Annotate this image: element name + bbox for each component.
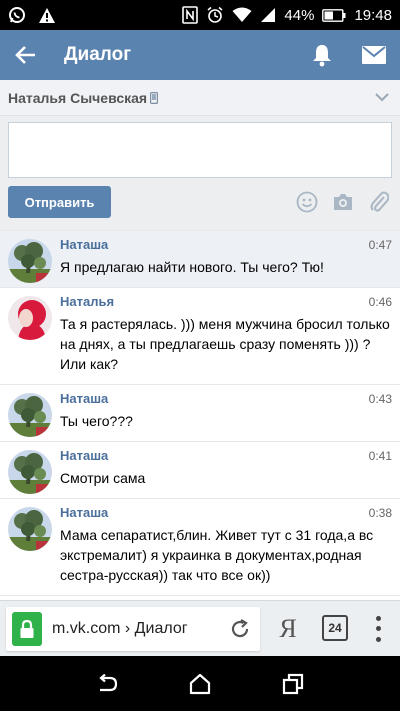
message-text: Мама сепаратист,блин. Живет тут с 31 год… bbox=[60, 527, 374, 583]
avatar[interactable] bbox=[8, 393, 52, 437]
message-author[interactable]: Наташа bbox=[60, 391, 108, 406]
message-text: Та я растерялась. ))) меня мужчина броси… bbox=[60, 316, 390, 372]
message-author[interactable]: Наталья bbox=[60, 294, 114, 309]
mobile-phone-icon bbox=[150, 91, 159, 104]
message-time: 0:38 bbox=[368, 506, 392, 520]
clock: 19:48 bbox=[354, 6, 392, 24]
avatar[interactable] bbox=[8, 296, 52, 340]
message-time: 0:47 bbox=[368, 238, 392, 252]
message-item[interactable]: Наталья 0:46 Та я растерялась. ))) меня му… bbox=[0, 287, 400, 384]
recipient-name[interactable]: Наталья Сычевская bbox=[8, 90, 147, 106]
browser-toolbar: m.vk.com › Диалог Я 24 bbox=[0, 600, 400, 656]
nfc-icon bbox=[182, 6, 199, 24]
alarm-icon bbox=[206, 6, 224, 24]
yandex-button[interactable]: Я bbox=[276, 611, 300, 647]
menu-dots-icon[interactable] bbox=[368, 613, 388, 645]
message-text: Ты чего??? bbox=[60, 413, 133, 429]
tabs-icon[interactable]: 24 bbox=[322, 615, 348, 641]
smiley-icon[interactable] bbox=[296, 190, 318, 214]
message-item[interactable]: Наташа 0:47 Я предлагаю найти нового. Ты ч… bbox=[0, 230, 400, 287]
messages-button[interactable] bbox=[348, 30, 400, 80]
message-time: 0:41 bbox=[368, 449, 392, 463]
warning-icon bbox=[38, 7, 56, 24]
url-text[interactable]: m.vk.com › Диалог bbox=[52, 620, 202, 638]
message-author[interactable]: Наташа bbox=[60, 237, 108, 252]
paperclip-icon[interactable] bbox=[368, 190, 390, 214]
notifications-button[interactable] bbox=[296, 30, 348, 80]
message-text: Я предлагаю найти нового. Ты чего? Тю! bbox=[60, 259, 324, 275]
home-icon[interactable] bbox=[180, 664, 220, 704]
navigation-bar bbox=[0, 656, 400, 711]
battery-percent: 44% bbox=[284, 6, 315, 24]
camera-icon[interactable] bbox=[332, 190, 354, 214]
bell-icon bbox=[313, 45, 331, 67]
back-button[interactable] bbox=[0, 30, 52, 80]
message-time: 0:43 bbox=[368, 392, 392, 406]
avatar[interactable] bbox=[8, 450, 52, 494]
mail-icon bbox=[362, 46, 386, 64]
message-input[interactable] bbox=[8, 122, 392, 178]
recents-icon[interactable] bbox=[273, 664, 313, 704]
message-item[interactable]: Наташа 0:38 Мама сепаратист,блин. Живет ту… bbox=[0, 498, 400, 595]
page-title: Диалог bbox=[64, 44, 132, 65]
status-bar: 44% 19:48 bbox=[0, 0, 400, 30]
message-item[interactable]: Наташа 0:41 Смотри сама bbox=[0, 441, 400, 498]
send-button[interactable]: Отправить bbox=[8, 186, 111, 218]
app-bar: Диалог bbox=[0, 30, 400, 80]
address-bar[interactable]: m.vk.com › Диалог bbox=[6, 607, 260, 651]
reload-icon[interactable] bbox=[226, 615, 254, 643]
whatsapp-icon bbox=[8, 6, 26, 24]
lock-icon bbox=[12, 612, 42, 646]
chevron-down-icon[interactable] bbox=[372, 88, 392, 108]
message-item[interactable]: Наташа 0:43 Ты чего??? bbox=[0, 384, 400, 441]
message-time: 0:46 bbox=[368, 295, 392, 309]
back-nav-icon[interactable] bbox=[87, 664, 127, 704]
message-author[interactable]: Наташа bbox=[60, 505, 108, 520]
back-arrow-icon bbox=[15, 46, 35, 64]
message-author[interactable]: Наташа bbox=[60, 448, 108, 463]
avatar[interactable] bbox=[8, 239, 52, 283]
message-list: Наташа 0:47 Я предлагаю найти нового. Ты ч… bbox=[0, 230, 400, 600]
recipient-bar[interactable]: Наталья Сычевская bbox=[0, 80, 400, 116]
screen: 44% 19:48 Диалог Наталья Сычевская Отпра… bbox=[0, 0, 400, 711]
compose-area: Отправить bbox=[0, 116, 400, 230]
battery-icon bbox=[322, 8, 346, 22]
avatar[interactable] bbox=[8, 507, 52, 551]
signal-icon bbox=[260, 7, 276, 23]
wifi-icon bbox=[232, 7, 252, 23]
message-text: Смотри сама bbox=[60, 470, 146, 486]
